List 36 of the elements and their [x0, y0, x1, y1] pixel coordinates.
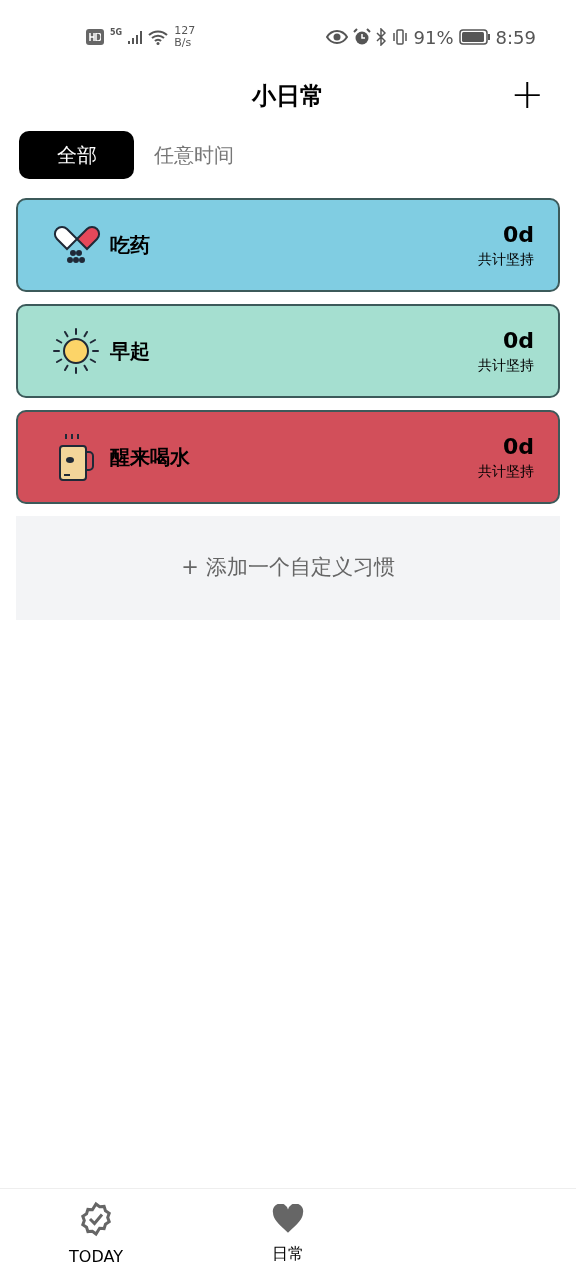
habit-caption: 共计坚持 [478, 355, 534, 375]
page-title: 小日常 [252, 81, 324, 112]
habit-name: 醒来喝水 [110, 444, 190, 471]
habit-name: 早起 [110, 338, 150, 365]
speed-unit: B/s [174, 37, 193, 49]
heart-icon [271, 1203, 305, 1234]
signal-icon [128, 30, 143, 44]
mug-icon [56, 432, 96, 482]
habit-days: 0d [502, 432, 534, 461]
vibrate-icon [390, 28, 409, 46]
clock: 8:59 [495, 25, 536, 50]
bluetooth-icon [375, 28, 386, 46]
network-type: 5G [110, 27, 123, 39]
eye-icon [325, 30, 348, 44]
battery-percent: 91% [413, 25, 454, 50]
battery-icon [458, 29, 491, 45]
habit-card[interactable]: 醒来喝水 0d 共计坚持 [16, 410, 560, 504]
speed-value: 127 [174, 25, 196, 37]
filter-tab[interactable]: 任意时间 [154, 131, 234, 179]
alarm-icon [352, 28, 371, 46]
nav-tab[interactable]: 日常 [192, 1189, 384, 1280]
add-habit-button[interactable]: + 添加一个自定义习惯 [16, 516, 560, 620]
badge-check-icon [78, 1200, 114, 1237]
habit-days: 0d [502, 220, 534, 249]
habit-name: 吃药 [110, 232, 150, 259]
sun-icon [51, 326, 101, 376]
add-button[interactable]: + [510, 74, 544, 114]
habit-card[interactable]: 吃药 0d 共计坚持 [16, 198, 560, 292]
wifi-icon [148, 29, 169, 45]
habit-caption: 共计坚持 [478, 461, 534, 481]
habit-card[interactable]: 早起 0d 共计坚持 [16, 304, 560, 398]
habit-caption: 共计坚持 [478, 249, 534, 269]
nav-tab[interactable]: TODAY [0, 1189, 192, 1280]
hd-icon [86, 29, 104, 45]
habit-days: 0d [502, 326, 534, 355]
filter-tab[interactable]: 全部 [19, 131, 134, 179]
